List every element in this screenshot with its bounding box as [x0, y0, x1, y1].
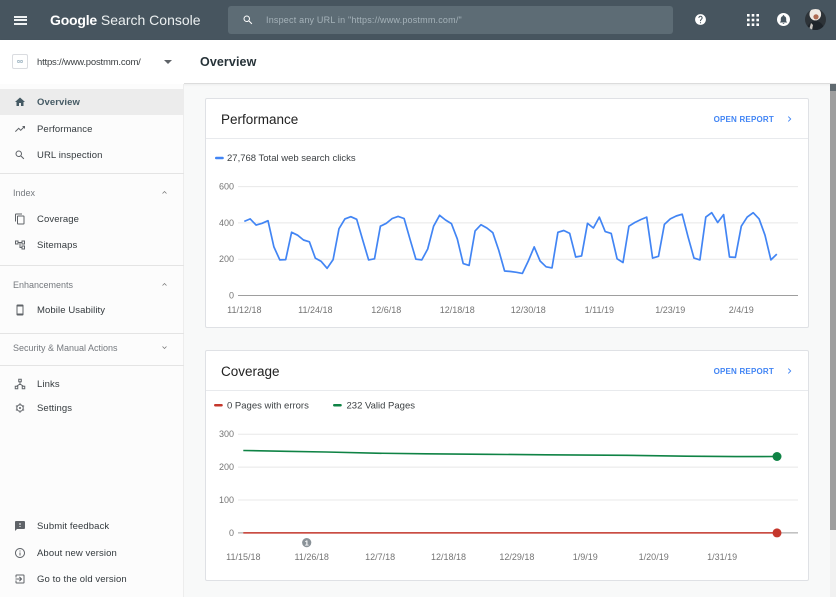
svg-text:0 Pages with errors: 0 Pages with errors	[227, 401, 309, 412]
svg-text:1/11/19: 1/11/19	[585, 305, 614, 315]
svg-text:11/26/18: 11/26/18	[295, 552, 329, 562]
svg-text:12/18/18: 12/18/18	[431, 552, 466, 562]
svg-text:232 Valid Pages: 232 Valid Pages	[347, 401, 416, 412]
svg-text:12/7/18: 12/7/18	[365, 552, 395, 562]
svg-text:0: 0	[229, 291, 234, 301]
svg-text:12/18/18: 12/18/18	[440, 305, 475, 315]
svg-text:11/12/18: 11/12/18	[227, 305, 261, 315]
svg-text:12/6/18: 12/6/18	[371, 305, 401, 315]
svg-text:1/9/19: 1/9/19	[573, 552, 598, 562]
svg-text:12/30/18: 12/30/18	[511, 305, 546, 315]
svg-text:400: 400	[219, 218, 234, 228]
svg-text:11/15/18: 11/15/18	[226, 552, 260, 562]
svg-text:27,768 Total web search clicks: 27,768 Total web search clicks	[227, 153, 356, 164]
svg-text:200: 200	[219, 462, 234, 472]
svg-text:100: 100	[219, 495, 234, 505]
svg-text:11/24/18: 11/24/18	[298, 305, 332, 315]
svg-text:2/4/19: 2/4/19	[729, 305, 754, 315]
svg-text:1: 1	[305, 538, 309, 547]
svg-text:1/23/19: 1/23/19	[655, 305, 685, 315]
svg-text:0: 0	[229, 528, 234, 538]
svg-text:1/20/19: 1/20/19	[639, 552, 669, 562]
svg-text:1/31/19: 1/31/19	[707, 552, 737, 562]
svg-text:12/29/18: 12/29/18	[499, 552, 534, 562]
svg-text:300: 300	[219, 429, 234, 439]
svg-text:600: 600	[219, 182, 234, 192]
svg-text:200: 200	[219, 254, 234, 264]
